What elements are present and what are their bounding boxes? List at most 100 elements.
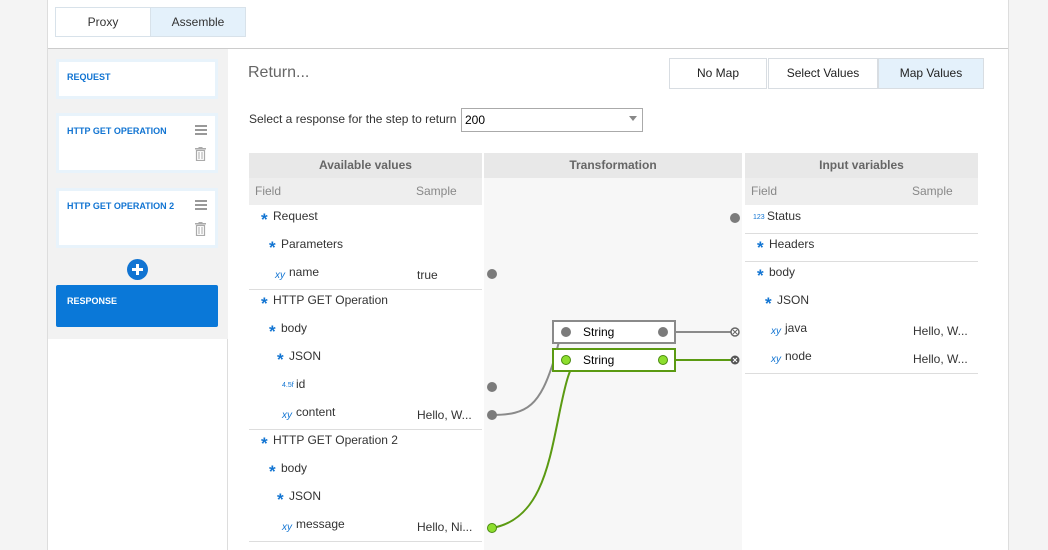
object-type-icon: * xyxy=(261,210,268,229)
field-column-header: Field xyxy=(751,184,778,198)
tree-row[interactable]: * JSON xyxy=(249,485,482,513)
function-input-port[interactable] xyxy=(561,355,571,365)
sample-value: true xyxy=(417,268,438,282)
name-source-port[interactable] xyxy=(487,269,497,279)
tree-row[interactable]: xy java Hello, W... xyxy=(745,317,978,345)
step-request[interactable]: REQUEST xyxy=(56,59,218,99)
add-step-icon[interactable] xyxy=(127,259,148,280)
string-function-box[interactable]: String xyxy=(552,320,676,344)
tree-row[interactable]: * body xyxy=(249,317,482,345)
chevron-down-icon xyxy=(629,116,637,121)
input-subheader: Field Sample xyxy=(745,178,978,205)
sample-column-header: Sample xyxy=(912,184,953,198)
step-sidebar: REQUEST HTTP GET OPERATION HTTP GET OPER… xyxy=(48,49,228,550)
tree-row[interactable]: * JSON xyxy=(745,289,978,317)
object-type-icon: * xyxy=(261,294,268,313)
trash-icon[interactable] xyxy=(195,147,206,161)
tree-row[interactable]: * JSON xyxy=(249,345,482,373)
field-label: JSON xyxy=(777,293,810,307)
field-label: HTTP GET Operation 2 xyxy=(273,433,398,447)
id-source-port[interactable] xyxy=(487,382,497,392)
tree-row[interactable]: xy node Hello, W... xyxy=(745,345,978,373)
tree-row[interactable]: * body xyxy=(745,261,978,289)
tree-row[interactable]: * HTTP GET Operation xyxy=(249,289,482,317)
trash-icon[interactable] xyxy=(195,222,206,236)
object-type-icon: * xyxy=(269,238,276,257)
function-output-port[interactable] xyxy=(658,355,668,365)
row-separator xyxy=(745,373,978,374)
input-variables-header: Input variables xyxy=(745,153,978,178)
content-source-port[interactable] xyxy=(487,410,497,420)
sample-value: Hello, W... xyxy=(417,408,472,422)
number-type-icon: 4.5f xyxy=(282,382,294,389)
string-type-icon: xy xyxy=(771,354,781,365)
row-separator xyxy=(249,541,482,542)
tree-row[interactable]: * Headers xyxy=(745,233,978,261)
number-type-icon: 123 xyxy=(753,214,765,221)
tree-row[interactable]: 123 Status xyxy=(745,205,978,233)
menu-icon[interactable] xyxy=(195,200,207,210)
step-label: REQUEST xyxy=(67,72,111,82)
function-label: String xyxy=(583,353,615,367)
field-label: content xyxy=(296,405,336,419)
tree-row[interactable]: * HTTP GET Operation 2 xyxy=(249,429,482,457)
field-label: name xyxy=(289,265,320,279)
step-http-get-operation-2[interactable]: HTTP GET OPERATION 2 xyxy=(56,188,218,248)
step-label: RESPONSE xyxy=(67,296,118,306)
tree-row[interactable]: * Parameters xyxy=(249,233,482,261)
tree-row[interactable]: * Request xyxy=(249,205,482,233)
function-label: String xyxy=(583,325,615,339)
sample-value: Hello, W... xyxy=(913,324,968,338)
object-type-icon: * xyxy=(277,490,284,509)
field-label: Parameters xyxy=(281,237,344,251)
top-bar: Proxy Assemble xyxy=(48,0,1008,49)
object-type-icon: * xyxy=(757,238,764,257)
field-label: Headers xyxy=(769,237,815,251)
tree-row[interactable]: xy name true xyxy=(249,261,482,289)
sample-value: Hello, Ni... xyxy=(417,520,473,534)
field-label: HTTP GET Operation xyxy=(273,293,388,307)
tree-row[interactable]: * body xyxy=(249,457,482,485)
sample-column-header: Sample xyxy=(416,184,457,198)
field-label: id xyxy=(296,377,306,391)
function-input-port[interactable] xyxy=(561,327,571,337)
tab-proxy[interactable]: Proxy xyxy=(55,7,151,37)
field-label: Request xyxy=(273,209,318,223)
object-type-icon: * xyxy=(277,350,284,369)
transformation-header: Transformation xyxy=(484,153,742,178)
step-http-get-operation[interactable]: HTTP GET OPERATION xyxy=(56,113,218,173)
no-map-button[interactable]: No Map xyxy=(669,58,767,89)
field-label: JSON xyxy=(289,489,322,503)
field-label: message xyxy=(296,517,345,531)
function-output-port[interactable] xyxy=(658,327,668,337)
step-label: HTTP GET OPERATION 2 xyxy=(67,201,175,211)
object-type-icon: * xyxy=(261,434,268,453)
step-label: HTTP GET OPERATION xyxy=(67,126,167,136)
field-column-header: Field xyxy=(255,184,282,198)
message-source-port[interactable] xyxy=(487,523,497,533)
tree-row[interactable]: 4.5f id xyxy=(249,373,482,401)
object-type-icon: * xyxy=(757,266,764,285)
menu-icon[interactable] xyxy=(195,125,207,135)
field-label: body xyxy=(281,461,308,475)
field-label: java xyxy=(785,321,808,335)
tree-row[interactable]: xy content Hello, W... xyxy=(249,401,482,429)
field-label: JSON xyxy=(289,349,322,363)
field-label: body xyxy=(769,265,796,279)
available-values-header: Available values xyxy=(249,153,482,178)
map-values-button[interactable]: Map Values xyxy=(878,58,984,89)
field-label: Status xyxy=(767,209,802,223)
step-response[interactable]: RESPONSE xyxy=(56,285,218,327)
sample-value: Hello, W... xyxy=(913,352,968,366)
object-type-icon: * xyxy=(269,322,276,341)
response-select[interactable]: 200 xyxy=(461,108,643,132)
status-target-port[interactable] xyxy=(730,213,740,223)
field-label: node xyxy=(785,349,812,363)
field-label: body xyxy=(281,321,308,335)
tab-assemble[interactable]: Assemble xyxy=(150,7,246,37)
select-values-button[interactable]: Select Values xyxy=(768,58,878,89)
tree-row[interactable]: xy message Hello, Ni... xyxy=(249,513,482,541)
string-function-box[interactable]: String xyxy=(552,348,676,372)
response-select-label: Select a response for the step to return xyxy=(249,112,457,126)
page-title: Return... xyxy=(248,64,310,81)
